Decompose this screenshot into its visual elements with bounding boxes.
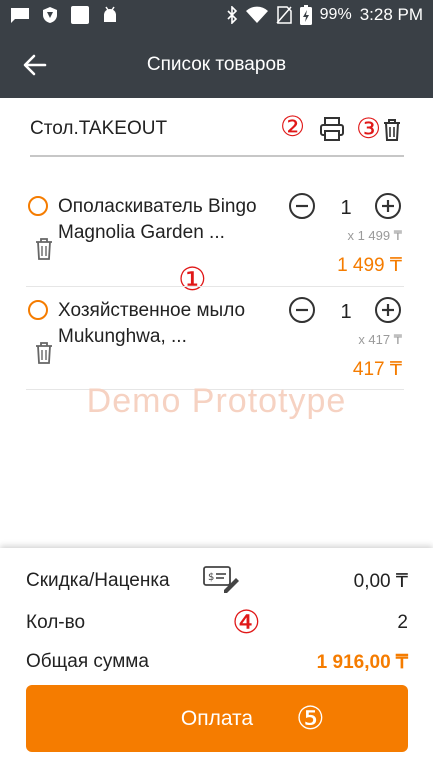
android-icon xyxy=(104,6,116,22)
trash-icon[interactable] xyxy=(34,236,54,262)
item-total: 417 ₸ xyxy=(352,359,402,380)
status-bar-notifications xyxy=(10,6,120,24)
count-label: Кол-во xyxy=(26,612,86,633)
discount-row: Скидка/Наценка $ 0,00 ₸ xyxy=(26,566,408,593)
item-quantity[interactable]: 1 xyxy=(326,301,366,324)
plus-icon[interactable] xyxy=(374,296,402,324)
sum-value: 1 916,00 ₸ xyxy=(316,652,408,673)
table-bar: Стол.TAKEOUT ② ③ xyxy=(30,113,404,157)
discount-label: Скидка/Наценка xyxy=(26,570,170,591)
trash-icon[interactable] xyxy=(34,340,54,366)
watermark: Demo Prototype xyxy=(86,382,347,420)
sum-row: Общая сумма 1 916,00 ₸ xyxy=(26,651,408,673)
square-icon xyxy=(71,6,89,24)
clock: 3:28 PM xyxy=(359,5,423,24)
annotation-1: ① xyxy=(178,260,207,298)
sum-label: Общая сумма xyxy=(26,651,149,672)
minus-icon[interactable] xyxy=(288,296,316,324)
message-icon xyxy=(11,8,29,23)
item-select-radio[interactable] xyxy=(28,300,48,320)
plus-icon[interactable] xyxy=(374,192,402,220)
receipt-edit-icon[interactable]: $ xyxy=(202,564,240,594)
no-sim-icon xyxy=(276,6,292,24)
item-name: Хозяйственное мыло Mukunghwa, ... xyxy=(58,300,246,347)
shield-icon xyxy=(43,7,57,23)
count-row: Кол-во ④ 2 xyxy=(26,606,408,638)
item-name: Ополаскиватель Bingo Magnolia Garden ... xyxy=(58,196,257,243)
item-unit-price: x 1 499 ₸ xyxy=(347,228,402,243)
wifi-icon xyxy=(245,6,268,23)
item-quantity[interactable]: 1 xyxy=(326,197,366,220)
cart-item: Ополаскиватель Bingo Magnolia Garden ...… xyxy=(26,192,406,282)
item-select-radio[interactable] xyxy=(28,196,48,216)
annotation-5: ⑤ xyxy=(296,699,325,737)
annotation-4: ④ xyxy=(232,603,261,641)
pay-button-label: Оплата xyxy=(180,707,254,730)
order-summary: Скидка/Наценка $ 0,00 ₸ Кол-во ④ 2 Общая… xyxy=(0,548,433,769)
annotation-2: ② xyxy=(280,110,306,143)
minus-icon[interactable] xyxy=(288,192,316,220)
battery-icon xyxy=(299,5,312,25)
battery-percent: 99% xyxy=(319,6,352,23)
discount-value: 0,00 ₸ xyxy=(353,571,408,592)
page-title: Список товаров xyxy=(146,54,287,75)
item-unit-price: x 417 ₸ xyxy=(358,332,402,347)
trash-icon[interactable] xyxy=(378,115,406,143)
cart-item: Хозяйственное мыло Mukunghwa, ... 1 x 41… xyxy=(26,296,406,386)
count-value: 2 xyxy=(397,612,408,633)
divider xyxy=(26,286,404,287)
table-name: Стол.TAKEOUT xyxy=(30,118,168,139)
item-total: 1 499 ₸ xyxy=(337,255,402,276)
status-bar: 99% 3:28 PM xyxy=(0,0,433,30)
pay-button[interactable]: Оплата ⑤ xyxy=(26,685,408,752)
bluetooth-icon xyxy=(227,6,237,24)
status-bar-system: 99% 3:28 PM xyxy=(226,5,423,25)
app-bar: Список товаров xyxy=(0,30,433,98)
svg-text:$: $ xyxy=(208,572,214,583)
printer-icon[interactable] xyxy=(318,115,346,143)
